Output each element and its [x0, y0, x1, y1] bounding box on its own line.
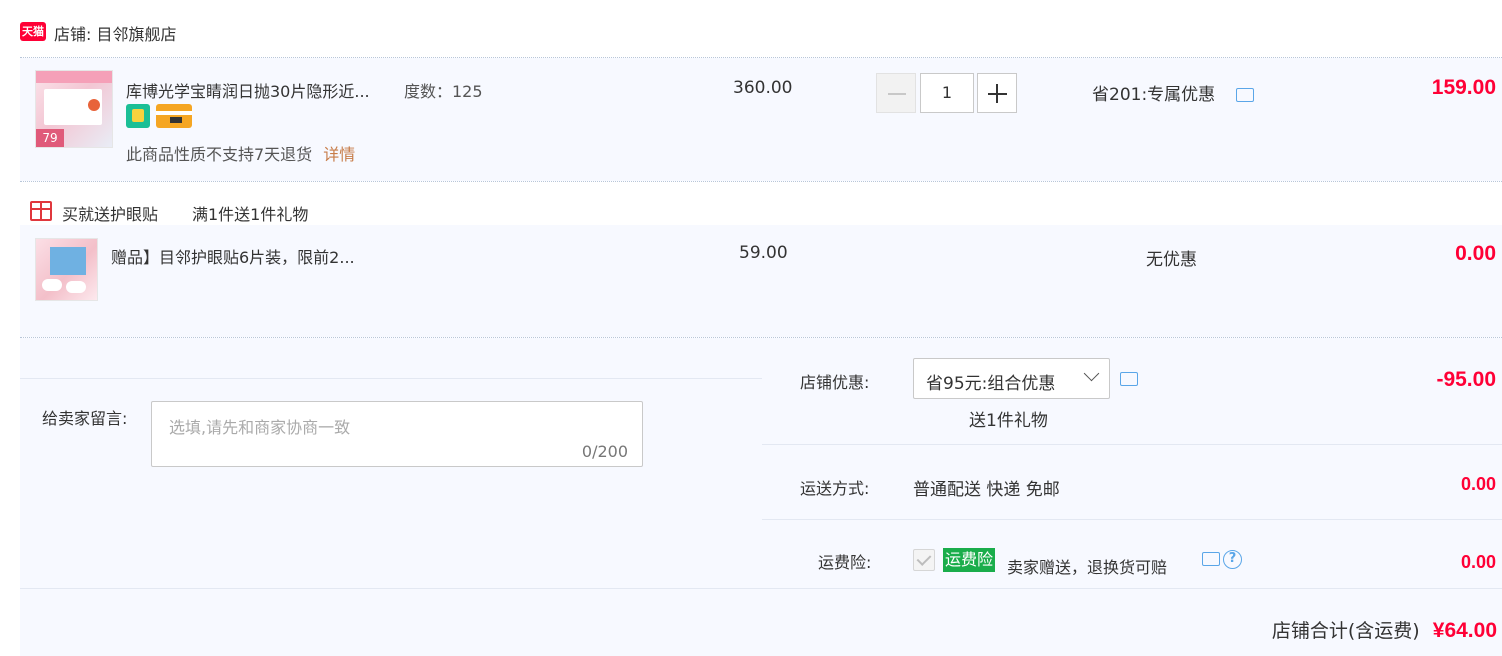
thumbnail-badge: 79	[36, 129, 64, 147]
insurance-label: 运费险:	[818, 553, 872, 572]
thumbnail-lens-icon	[88, 99, 100, 111]
gift-item-title[interactable]: 赠品】目邻护眼贴6片装，限前2...	[111, 244, 355, 268]
shipping-amount: 0.00	[1460, 474, 1496, 494]
notice-detail-link[interactable]: 详情	[323, 145, 355, 164]
item-subtotal: 159.00	[1431, 76, 1496, 99]
shop-name[interactable]: 店铺: 目邻旗舰店	[54, 21, 176, 45]
seller-message-input[interactable]: 选填,请先和商家协商一致 0/200	[151, 401, 643, 467]
shop-discount-info-icon[interactable]	[1120, 372, 1138, 386]
total-label: 店铺合计(含运费)	[1271, 620, 1420, 642]
item-thumbnail[interactable]: 79	[35, 70, 113, 148]
shipping-value: 普通配送 快递 免邮	[913, 480, 1060, 500]
gift-promo-label: 买就送护眼贴	[62, 205, 159, 224]
quantity-input[interactable]: 1	[920, 73, 974, 113]
minus-icon	[888, 93, 906, 95]
shop-discount-select[interactable]: 省95元:组合优惠	[913, 358, 1110, 399]
shop-total: 店铺合计(含运费) ¥64.00	[1000, 616, 1497, 643]
total-value: ¥64.00	[1432, 619, 1497, 642]
divider	[20, 181, 1502, 182]
help-icon[interactable]: ?	[1223, 550, 1242, 569]
shop-discount-selected: 省95元:组合优惠	[926, 374, 1056, 394]
chevron-down-icon	[1083, 365, 1100, 382]
gift-icon	[30, 201, 52, 221]
checkmark-icon	[916, 551, 932, 566]
notice-text: 此商品性质不支持7天退货	[126, 145, 313, 164]
card-badge-icon[interactable]	[156, 104, 192, 128]
insurance-checkbox[interactable]	[913, 549, 935, 571]
gift-promo-rule: 满1件送1件礼物	[192, 205, 309, 224]
insurance-tag: 运费险	[943, 548, 996, 572]
shipping-label: 运送方式:	[800, 479, 870, 498]
item-title[interactable]: 库博光学宝睛润日抛30片隐形近...	[126, 78, 370, 102]
item-spec: 度数：125	[404, 82, 483, 101]
gift-thumbnail[interactable]	[35, 238, 98, 301]
seller-message-placeholder: 选填,请先和商家协商一致	[169, 418, 351, 437]
gift-thumbnail-patch	[66, 281, 86, 293]
tmall-logo-icon: 天猫	[20, 22, 46, 41]
insurance-info-icon[interactable]	[1202, 552, 1220, 566]
divider	[762, 444, 1502, 445]
item-discount: 省201:专属优惠	[1092, 85, 1216, 105]
gift-item-discount: 无优惠	[1146, 250, 1197, 270]
discount-info-icon[interactable]	[1236, 88, 1254, 102]
gift-item-subtotal: 0.00	[1455, 242, 1496, 265]
item-price: 360.00	[733, 78, 793, 98]
item-notice: 此商品性质不支持7天退货 详情	[126, 141, 355, 165]
service-badge-icon[interactable]	[126, 104, 150, 128]
thumbnail-banner	[36, 71, 112, 83]
shop-discount-sub: 送1件礼物	[969, 411, 1048, 431]
shop-discount-amount: -95.00	[1436, 368, 1496, 391]
insurance-text: 卖家赠送，退换货可赔	[1007, 558, 1168, 577]
quantity-increase-button[interactable]	[977, 73, 1017, 113]
shop-discount-label: 店铺优惠:	[800, 373, 870, 392]
shop-header: 天猫 店铺: 目邻旗舰店	[0, 0, 1502, 57]
gift-item-price: 59.00	[739, 243, 788, 263]
gift-thumbnail-box	[50, 247, 86, 275]
quantity-decrease-button[interactable]	[876, 73, 916, 113]
seller-message-label: 给卖家留言:	[42, 409, 128, 428]
gift-thumbnail-patch	[42, 279, 62, 291]
gift-item-row	[20, 225, 1502, 337]
divider	[20, 588, 1502, 589]
divider	[762, 519, 1502, 520]
insurance-amount: 0.00	[1460, 552, 1496, 572]
seller-message-counter: 0/200	[581, 442, 628, 461]
